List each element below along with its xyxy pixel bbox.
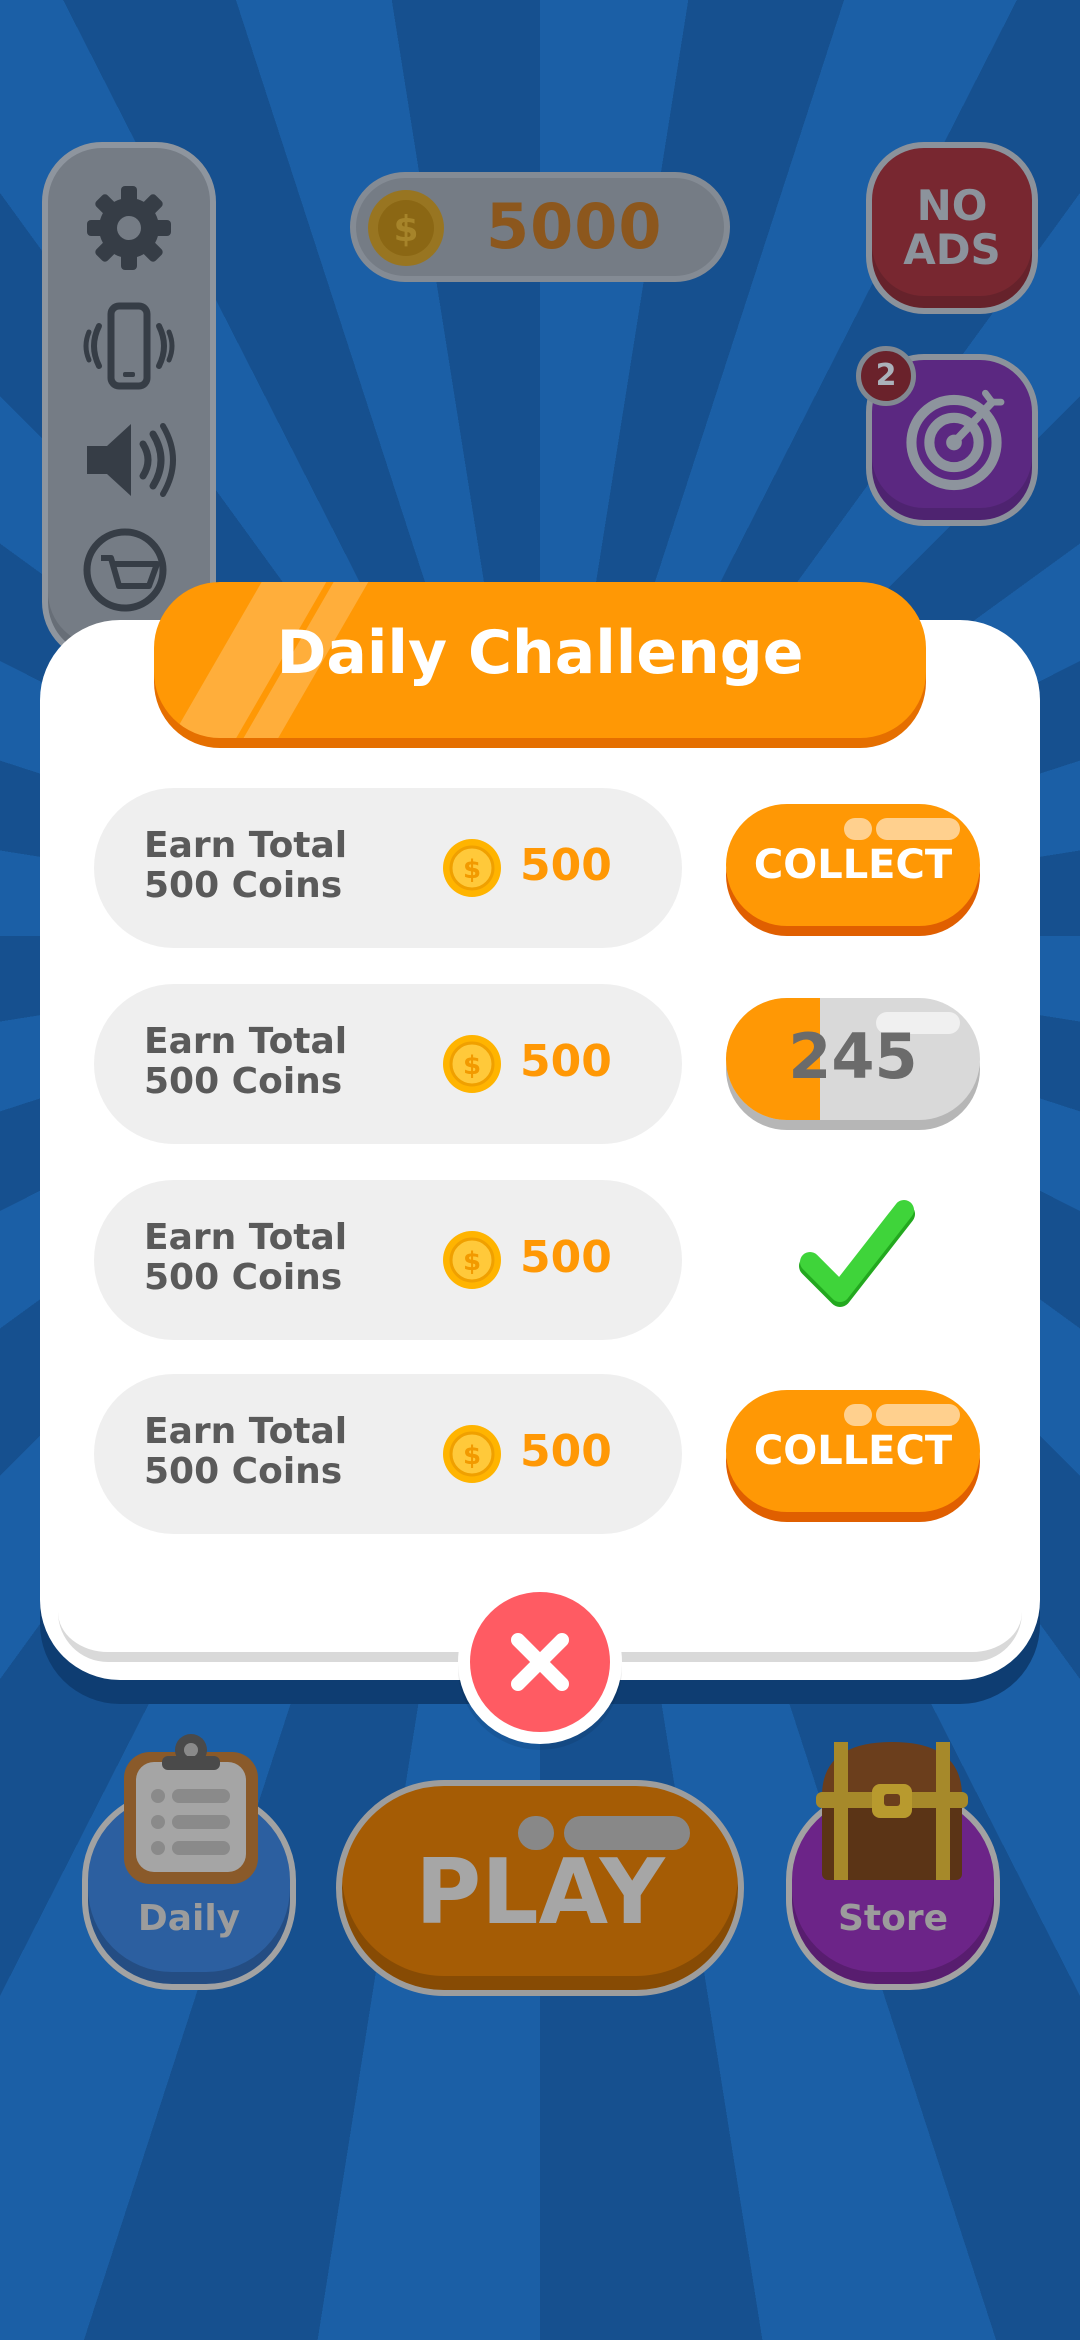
challenge-reward: 500 <box>520 1426 612 1477</box>
coin-icon: $ <box>443 1231 501 1289</box>
challenge-row: Earn Total 500 Coins $ 500 <box>94 788 682 948</box>
close-icon <box>511 1633 569 1691</box>
treasure-chest-icon <box>816 1742 968 1880</box>
clipboard-icon <box>124 1734 258 1884</box>
svg-text:$: $ <box>463 1247 481 1277</box>
challenge-reward: 500 <box>520 840 612 891</box>
challenge-row: Earn Total 500 Coins $ 500 <box>94 1374 682 1534</box>
coin-icon: $ <box>443 1425 501 1483</box>
daily-label: Daily <box>137 1898 241 1939</box>
store-label: Store <box>837 1898 949 1939</box>
modal-title: Daily Challenge <box>276 618 804 688</box>
challenge-task: Earn Total 500 Coins <box>144 1021 348 1102</box>
play-button[interactable]: PLAY <box>336 1780 744 1996</box>
svg-text:$: $ <box>463 855 481 885</box>
close-button[interactable] <box>458 1580 622 1744</box>
challenge-row: Earn Total 500 Coins $ 500 <box>94 984 682 1144</box>
coin-icon: $ <box>443 1035 501 1093</box>
svg-text:$: $ <box>463 1051 481 1081</box>
modal-title-banner: Daily Challenge <box>154 582 926 738</box>
coin-icon: $ <box>443 839 501 897</box>
challenge-task: Earn Total 500 Coins <box>144 1411 348 1492</box>
challenge-progress: 245 <box>726 998 980 1120</box>
collect-button[interactable]: COLLECT <box>726 804 980 926</box>
play-label: PLAY <box>415 1840 665 1945</box>
challenge-task: Earn Total 500 Coins <box>144 1217 348 1298</box>
challenge-reward: 500 <box>520 1036 612 1087</box>
collect-button[interactable]: COLLECT <box>726 1390 980 1512</box>
challenge-row: Earn Total 500 Coins $ 500 <box>94 1180 682 1340</box>
collect-button-label: COLLECT <box>753 842 953 888</box>
svg-text:$: $ <box>463 1441 481 1471</box>
challenge-task: Earn Total 500 Coins <box>144 825 348 906</box>
collect-button-label: COLLECT <box>753 1428 953 1474</box>
check-icon <box>799 1200 915 1307</box>
challenge-reward: 500 <box>520 1232 612 1283</box>
progress-value: 245 <box>788 1020 918 1093</box>
